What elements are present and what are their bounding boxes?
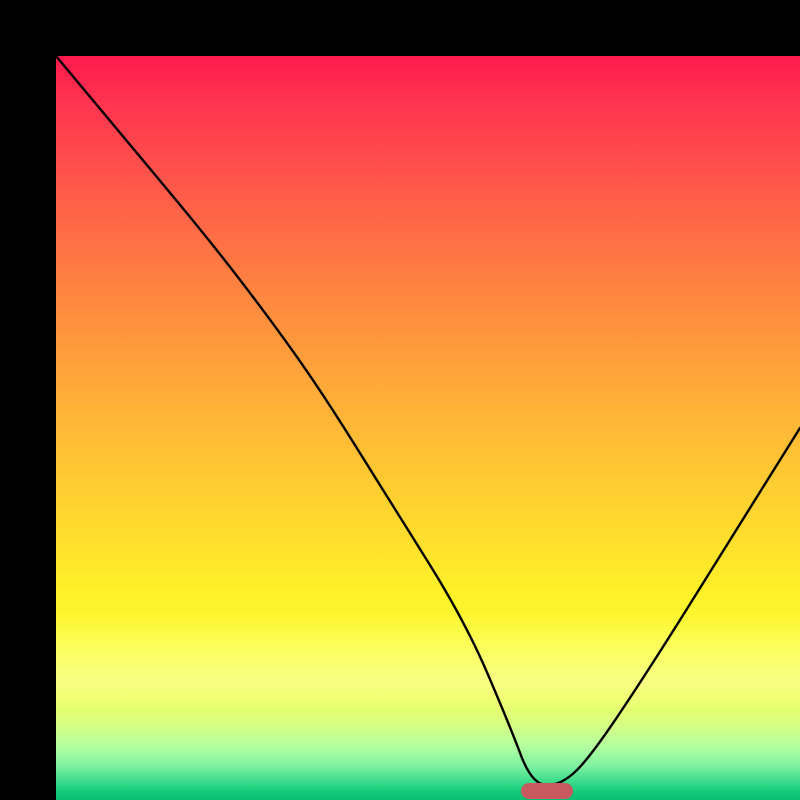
bottleneck-curve: [56, 56, 800, 800]
optimal-marker: [521, 783, 573, 799]
chart-frame: [0, 0, 800, 800]
curve-path: [56, 56, 800, 785]
plot-area: [56, 56, 800, 800]
